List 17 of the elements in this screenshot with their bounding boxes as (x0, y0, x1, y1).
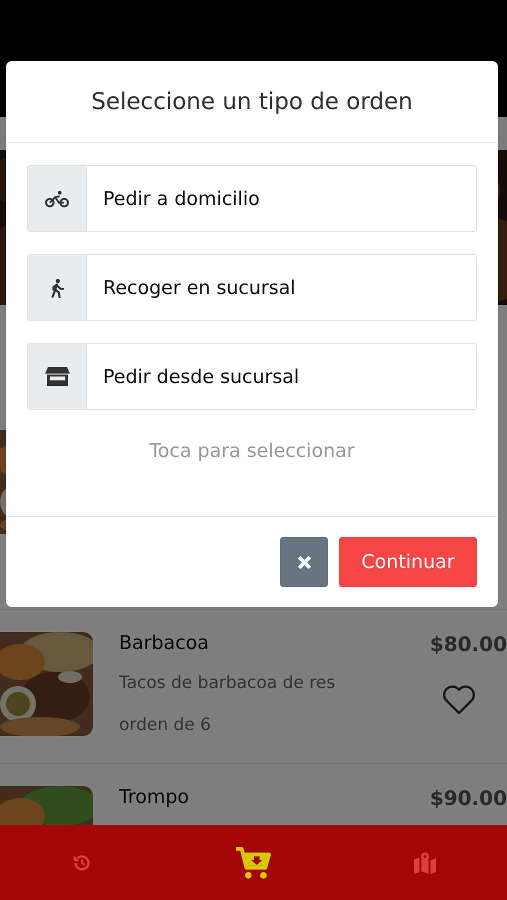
dialog-title: Seleccione un tipo de orden (91, 88, 413, 114)
close-button[interactable] (280, 537, 328, 587)
dish-name: Trompo (119, 786, 190, 808)
order-option[interactable]: Pedir a domicilio (27, 165, 477, 232)
storefront-icon (44, 366, 70, 387)
dish-name: Barbacoa (119, 632, 210, 654)
dish-price: $80.00 (430, 632, 507, 656)
close-icon (296, 554, 312, 570)
order-option[interactable]: Recoger en sucursal (27, 254, 477, 321)
hint-text: Toca para seleccionar (149, 440, 355, 462)
continue-button[interactable]: Continuar (339, 537, 477, 587)
dish-price: $90.00 (430, 786, 507, 810)
bicycle-icon (44, 190, 70, 208)
order-option[interactable]: Pedir desde sucursal (27, 343, 477, 410)
dish-description: Tacos de barbacoa de res orden de 6 (119, 672, 336, 737)
walking-person-icon (50, 278, 64, 298)
heart-icon[interactable] (441, 684, 477, 716)
